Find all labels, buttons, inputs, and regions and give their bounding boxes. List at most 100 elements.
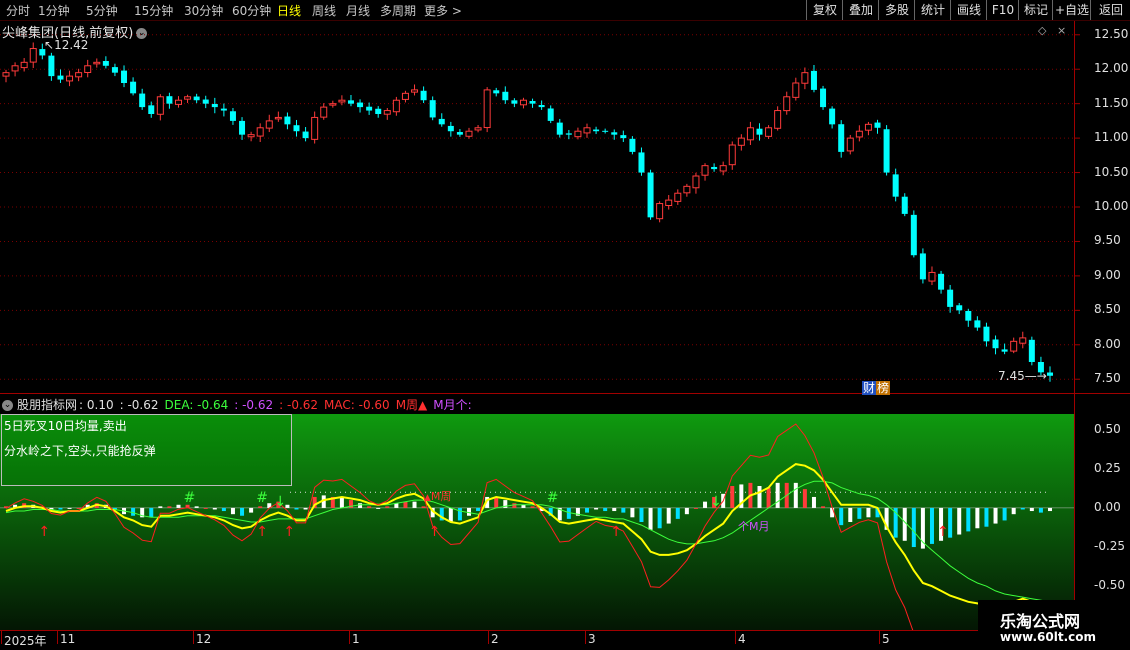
- candle-body-down: [892, 174, 899, 197]
- candle-body-down: [139, 93, 146, 108]
- high-price-value: 12.42: [54, 38, 89, 52]
- price-axis-label: 8.50: [1094, 302, 1121, 317]
- chevron-down-icon[interactable]: ⌄: [2, 400, 13, 411]
- candlestick-chart[interactable]: [0, 21, 1080, 393]
- candle-body-down: [919, 253, 926, 280]
- candle-body-down: [838, 124, 845, 152]
- candle-body-up: [574, 130, 582, 138]
- timeframe-tab-1[interactable]: 1分钟: [38, 2, 70, 19]
- macd-bar: [403, 501, 408, 508]
- toolbar-button-8[interactable]: 返回: [1090, 0, 1130, 20]
- price-axis-label: 11.00: [1094, 130, 1129, 145]
- high-price-marker: ↖12.42: [44, 38, 89, 52]
- macd-bar: [303, 507, 308, 510]
- candle-body-down: [111, 67, 118, 73]
- timeframe-tab-10[interactable]: 更多 >: [424, 2, 462, 19]
- badge-bang[interactable]: 榜: [876, 381, 891, 395]
- badge-cai[interactable]: 财: [862, 381, 877, 395]
- macd-bar: [684, 507, 689, 515]
- toolbar-button-7[interactable]: +自选: [1052, 0, 1091, 20]
- month-annotation-text: 个M月: [738, 520, 770, 533]
- candle-body-down: [502, 91, 509, 101]
- macd-bar: [358, 503, 363, 508]
- macd-bar: [603, 507, 608, 512]
- timeframe-tab-8[interactable]: 月线: [346, 2, 370, 19]
- candle-body-down: [983, 326, 990, 342]
- toolbar-button-4[interactable]: 画线: [950, 0, 987, 20]
- macd-bar: [657, 507, 662, 529]
- candle-body-up: [2, 72, 10, 77]
- date-axis-label: 1: [352, 632, 360, 646]
- candle-body-up: [719, 165, 727, 172]
- candle-body-up: [401, 92, 409, 100]
- candle-body-up: [656, 203, 664, 220]
- candle-body-down: [883, 129, 890, 173]
- macd-bar: [158, 506, 163, 508]
- toolbar-button-3[interactable]: 统计: [914, 0, 951, 20]
- candle-body-down: [992, 339, 999, 349]
- price-axis-label: 9.50: [1094, 233, 1121, 248]
- timeframe-tab-7[interactable]: 周线: [312, 2, 336, 19]
- date-tick: [57, 630, 58, 644]
- candle-body-down: [148, 105, 155, 114]
- timeframe-tab-6[interactable]: 日线: [277, 2, 301, 19]
- candle-body-up: [411, 89, 419, 93]
- date-axis-label: 2: [491, 632, 499, 646]
- month-annotation: 个M月: [738, 518, 770, 534]
- indicator-value-4: : -0.62: [279, 398, 319, 412]
- toolbar-button-2[interactable]: 多股: [878, 0, 915, 20]
- indicator-name[interactable]: 股朋指标网: [17, 398, 77, 412]
- week-annotation: ▲M周: [424, 490, 452, 503]
- date-axis-label: 4: [738, 632, 746, 646]
- signal-arrow: #: [256, 490, 268, 506]
- date-tick: [585, 630, 586, 644]
- macd-bar: [476, 507, 481, 512]
- indicator-axis-label: -0.50: [1094, 578, 1126, 593]
- toolbar-button-0[interactable]: 复权: [806, 0, 843, 20]
- timeframe-tab-3[interactable]: 15分钟: [134, 2, 173, 19]
- macd-bar: [639, 507, 644, 522]
- candle-body-up: [184, 96, 192, 100]
- candle-body-up: [765, 127, 773, 137]
- candle-body-down: [438, 118, 445, 125]
- macd-bar: [457, 507, 462, 521]
- timeframe-tab-5[interactable]: 60分钟: [232, 2, 271, 19]
- news-badges[interactable]: 财榜: [862, 379, 891, 396]
- candle-body-up: [683, 185, 691, 194]
- candle-body-up: [66, 75, 74, 82]
- candle-body-down: [211, 104, 218, 108]
- toolbar-button-6[interactable]: 标记: [1018, 0, 1053, 20]
- candle-body-up: [519, 99, 527, 106]
- candle-body-up: [474, 127, 482, 131]
- timeframe-tab-2[interactable]: 5分钟: [86, 2, 118, 19]
- macd-bar: [448, 507, 453, 522]
- macd-bar: [839, 507, 844, 526]
- date-tick: [349, 630, 350, 644]
- macd-bar: [58, 507, 63, 510]
- macd-bar: [966, 507, 971, 532]
- candle-body-up: [320, 106, 328, 118]
- date-axis-label: 2025年: [4, 634, 47, 648]
- candle-body-up: [84, 65, 92, 74]
- indicator-axis-label: 0.00: [1094, 499, 1121, 514]
- toolbar-button-1[interactable]: 叠加: [842, 0, 879, 20]
- timeframe-tab-4[interactable]: 30分钟: [184, 2, 223, 19]
- candle-body-down: [638, 152, 645, 173]
- timeframe-tab-0[interactable]: 分时: [6, 2, 30, 19]
- macd-bar: [131, 507, 136, 516]
- candle-body-down: [193, 96, 200, 101]
- timeframe-tab-9[interactable]: 多周期: [380, 2, 416, 19]
- signal-line-2: 分水岭之下,空头,只能抢反弹: [4, 444, 156, 458]
- candle-body-up: [665, 199, 673, 207]
- indicator-axis-label: -0.25: [1094, 539, 1126, 554]
- candle-body-down: [447, 125, 454, 132]
- toolbar-button-5[interactable]: F10: [986, 0, 1019, 20]
- candle-body-down: [711, 166, 718, 170]
- macd-bar: [793, 482, 798, 508]
- candle-body-down: [293, 125, 300, 132]
- candle-body-down: [974, 320, 981, 328]
- signal-arrow: #: [184, 490, 196, 506]
- indicator-mac: MAC: -0.60: [324, 398, 390, 412]
- candle-body-down: [938, 273, 945, 290]
- macd-bar: [149, 507, 154, 518]
